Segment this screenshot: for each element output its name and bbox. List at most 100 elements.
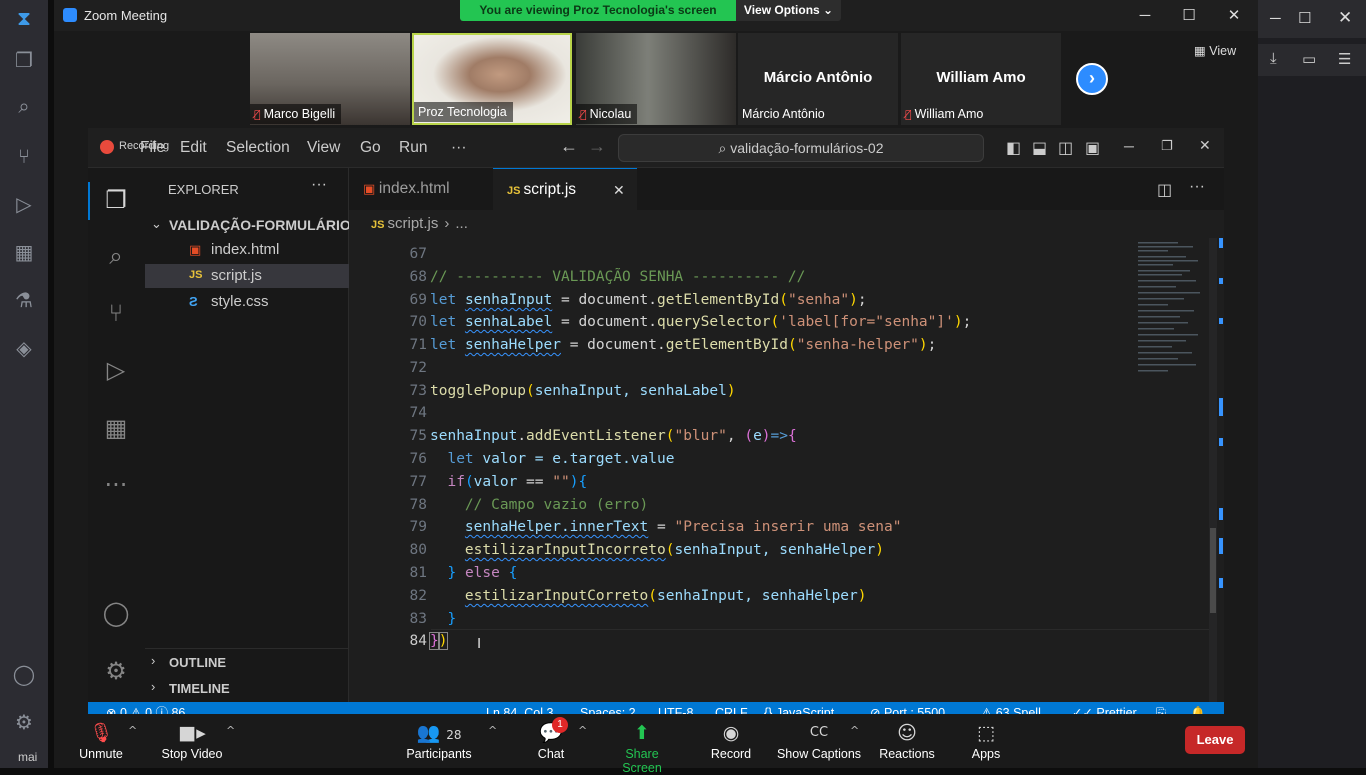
source-control-icon[interactable]: ⑂ (101, 298, 131, 328)
back-arrow-icon[interactable]: ← (560, 136, 578, 157)
menu-edit[interactable]: Edit (180, 139, 207, 157)
problems-status[interactable]: ⊗ 0 ⚠ 0 ⓘ 86 (106, 702, 185, 714)
spell-check[interactable]: ⚠ 63 Spell (981, 702, 1041, 714)
menu-go[interactable]: Go (360, 139, 381, 157)
chevron-right-icon[interactable]: › (151, 679, 155, 694)
indentation[interactable]: Spaces: 2 (580, 702, 636, 714)
host-python-icon[interactable]: ◈ (12, 336, 36, 360)
menu-more[interactable]: ··· (451, 139, 467, 157)
split-editor-icon[interactable]: ◫ (1157, 180, 1172, 200)
search-icon[interactable]: ⌕ (101, 241, 131, 271)
participants-caret-icon[interactable]: ^ (488, 724, 497, 737)
host-run-icon[interactable]: ▷ (12, 192, 36, 216)
next-participants-button[interactable]: › (1076, 63, 1108, 95)
unmute-button[interactable]: 🎙 Unmute (74, 714, 128, 768)
chevron-right-icon[interactable]: › (151, 653, 155, 668)
participant-display-name: William Amo (936, 69, 1026, 86)
participant-tile[interactable]: 🎙̸ Nicolau (576, 33, 736, 125)
menu-view[interactable]: View (307, 139, 340, 157)
captions-caret-icon[interactable]: ^ (850, 724, 859, 737)
host-menu-icon[interactable]: ☰ (1338, 50, 1351, 68)
host-source-control-icon[interactable]: ⑂ (12, 144, 36, 168)
notifications-bell-icon[interactable]: 🔔 (1190, 702, 1206, 714)
share-screen-button[interactable]: ⬆ Share Screen (606, 714, 678, 775)
zoom-maximize-icon[interactable]: ☐ (1179, 6, 1199, 26)
muted-mic-icon: 🎙̸ (580, 108, 587, 121)
minimap[interactable] (1136, 238, 1208, 378)
explorer-more-icon[interactable]: ··· (311, 176, 327, 194)
close-tab-icon[interactable]: ✕ (613, 169, 625, 211)
view-options-button[interactable]: View Options ⌄ (736, 0, 841, 21)
audio-options-caret-icon[interactable]: ^ (128, 724, 137, 737)
tab-script-js[interactable]: JS script.js ✕ (493, 168, 637, 210)
command-center-search[interactable]: ⌕ validação-formulários-02 (618, 134, 984, 162)
host-minimize-icon[interactable]: ─ (1270, 10, 1281, 27)
zoom-logo-icon (63, 8, 77, 22)
file-style-css[interactable]: style.css (211, 293, 269, 310)
encoding[interactable]: UTF-8 (658, 702, 693, 714)
more-icon[interactable]: ··· (101, 470, 131, 500)
menu-run[interactable]: Run (399, 139, 427, 157)
host-settings-icon[interactable]: ⚙ (12, 710, 36, 734)
account-icon[interactable]: ◯ (101, 598, 131, 628)
host-account-icon[interactable]: ◯ (12, 662, 36, 686)
host-close-icon[interactable]: ✕ (1338, 8, 1352, 28)
explorer-icon[interactable]: ❐ (101, 185, 131, 215)
outline-section[interactable]: OUTLINE (169, 655, 226, 670)
menu-file[interactable]: File (140, 139, 165, 157)
reactions-button[interactable]: ☺ Reactions (878, 714, 936, 768)
code-editor[interactable]: 67 68 69 70 71 72 73 74 75 76 77 78 79 8… (349, 238, 1224, 702)
show-captions-button[interactable]: CC Show Captions (776, 714, 862, 768)
host-explorer-icon[interactable]: ❐ (12, 48, 36, 72)
extensions-icon[interactable]: ▦ (101, 413, 131, 443)
participant-tile[interactable]: William Amo 🎙̸ William Amo (901, 33, 1061, 125)
host-search-icon[interactable]: ⌕ (12, 94, 36, 118)
breadcrumb-file[interactable]: script.js (388, 215, 439, 232)
vscode-minimize-icon[interactable]: ─ (1124, 138, 1134, 154)
host-testing-icon[interactable]: ⚗ (12, 288, 36, 312)
video-options-caret-icon[interactable]: ^ (226, 724, 235, 737)
apps-button[interactable]: ⬚ Apps (968, 714, 1004, 768)
vscode-close-icon[interactable]: ✕ (1199, 137, 1211, 154)
participants-button[interactable]: 👥 28 Participants (404, 714, 474, 768)
participant-tile-active-speaker[interactable]: Proz Tecnologia (412, 33, 572, 125)
editor-more-icon[interactable]: ··· (1189, 178, 1205, 196)
file-script-js[interactable]: script.js (211, 267, 262, 284)
participant-tile[interactable]: Márcio Antônio Márcio Antônio (738, 33, 898, 125)
customize-layout-icon[interactable]: ▣ (1085, 138, 1100, 158)
zoom-minimize-icon[interactable]: ─ (1135, 6, 1155, 26)
vscode-restore-icon[interactable]: ❐ (1161, 138, 1173, 154)
toggle-secondary-sidebar-icon[interactable]: ◫ (1058, 138, 1073, 158)
toggle-panel-icon[interactable]: ⬓ (1032, 138, 1047, 158)
leave-button[interactable]: Leave (1185, 726, 1245, 754)
zoom-close-icon[interactable]: ✕ (1224, 6, 1244, 26)
chat-caret-icon[interactable]: ^ (578, 724, 587, 737)
feedback-icon[interactable]: ⎘ (1156, 702, 1166, 714)
language-mode[interactable]: {} JavaScript (764, 702, 834, 714)
menu-selection[interactable]: Selection (226, 139, 290, 157)
breadcrumb-symbol[interactable]: ... (455, 215, 468, 232)
folder-name[interactable]: VALIDAÇÃO-FORMULÁRIO... (169, 217, 362, 233)
host-download-icon[interactable]: ⤓ (1270, 50, 1277, 67)
file-index-html[interactable]: index.html (211, 241, 279, 258)
toggle-sidebar-icon[interactable]: ◧ (1006, 138, 1021, 158)
prettier[interactable]: ✓✓ Prettier (1072, 702, 1137, 714)
chevron-down-icon[interactable]: ⌄ (151, 216, 162, 232)
timeline-section[interactable]: TIMELINE (169, 681, 230, 696)
scrollbar[interactable] (1209, 238, 1217, 702)
scrollbar-thumb[interactable] (1210, 528, 1216, 613)
stop-video-button[interactable]: ■▸ Stop Video (160, 714, 224, 768)
tab-index-html[interactable]: ▣ index.html (349, 168, 493, 210)
run-debug-icon[interactable]: ▷ (101, 355, 131, 385)
forward-arrow-icon[interactable]: → (588, 136, 606, 157)
view-button[interactable]: ▦ View (1194, 40, 1250, 62)
record-button[interactable]: ◉ Record (708, 714, 754, 768)
host-extensions-icon[interactable]: ▦ (12, 240, 36, 264)
live-server-port[interactable]: ⊘ Port : 5500 (870, 702, 945, 714)
participant-tile[interactable]: 🎙̸ Marco Bigelli (250, 33, 410, 125)
cursor-position[interactable]: Ln 84, Col 3 (486, 702, 553, 714)
end-of-line[interactable]: CRLF (715, 702, 748, 714)
host-maximize-icon[interactable]: ☐ (1298, 9, 1311, 27)
host-battery-icon[interactable]: ▭ (1302, 50, 1316, 68)
manage-gear-icon[interactable]: ⚙ (101, 656, 131, 686)
